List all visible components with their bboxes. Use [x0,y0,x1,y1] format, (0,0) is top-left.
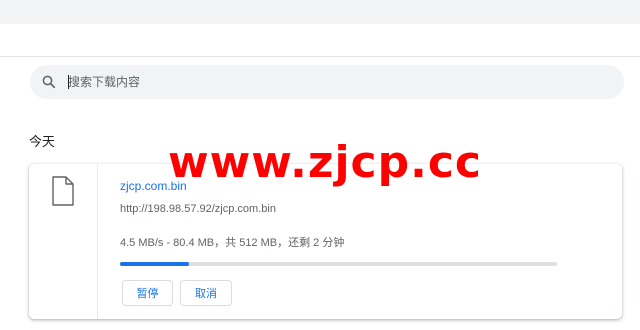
search-bar[interactable] [30,65,624,99]
pause-button[interactable]: 暂停 [122,280,173,306]
header-divider [0,56,640,57]
download-progress-fill [120,262,189,266]
text-caret [68,75,69,89]
search-input[interactable] [68,71,608,93]
cancel-button[interactable]: 取消 [180,280,232,306]
download-status-text: 4.5 MB/s - 80.4 MB，共 512 MB，还剩 2 分钟 [120,237,345,249]
downloads-page: 今天 zjcp.com.bin http://198.98.57.92/zjcp… [0,0,640,330]
file-icon [52,176,74,206]
file-source-url: http://198.98.57.92/zjcp.com.bin [120,203,276,215]
card-divider [97,164,98,319]
watermark-text: www.zjcp.cc [168,137,482,188]
date-section-label: 今天 [29,134,56,149]
search-icon [42,75,56,89]
download-progress-bar [120,262,557,266]
top-toolbar [0,0,640,24]
